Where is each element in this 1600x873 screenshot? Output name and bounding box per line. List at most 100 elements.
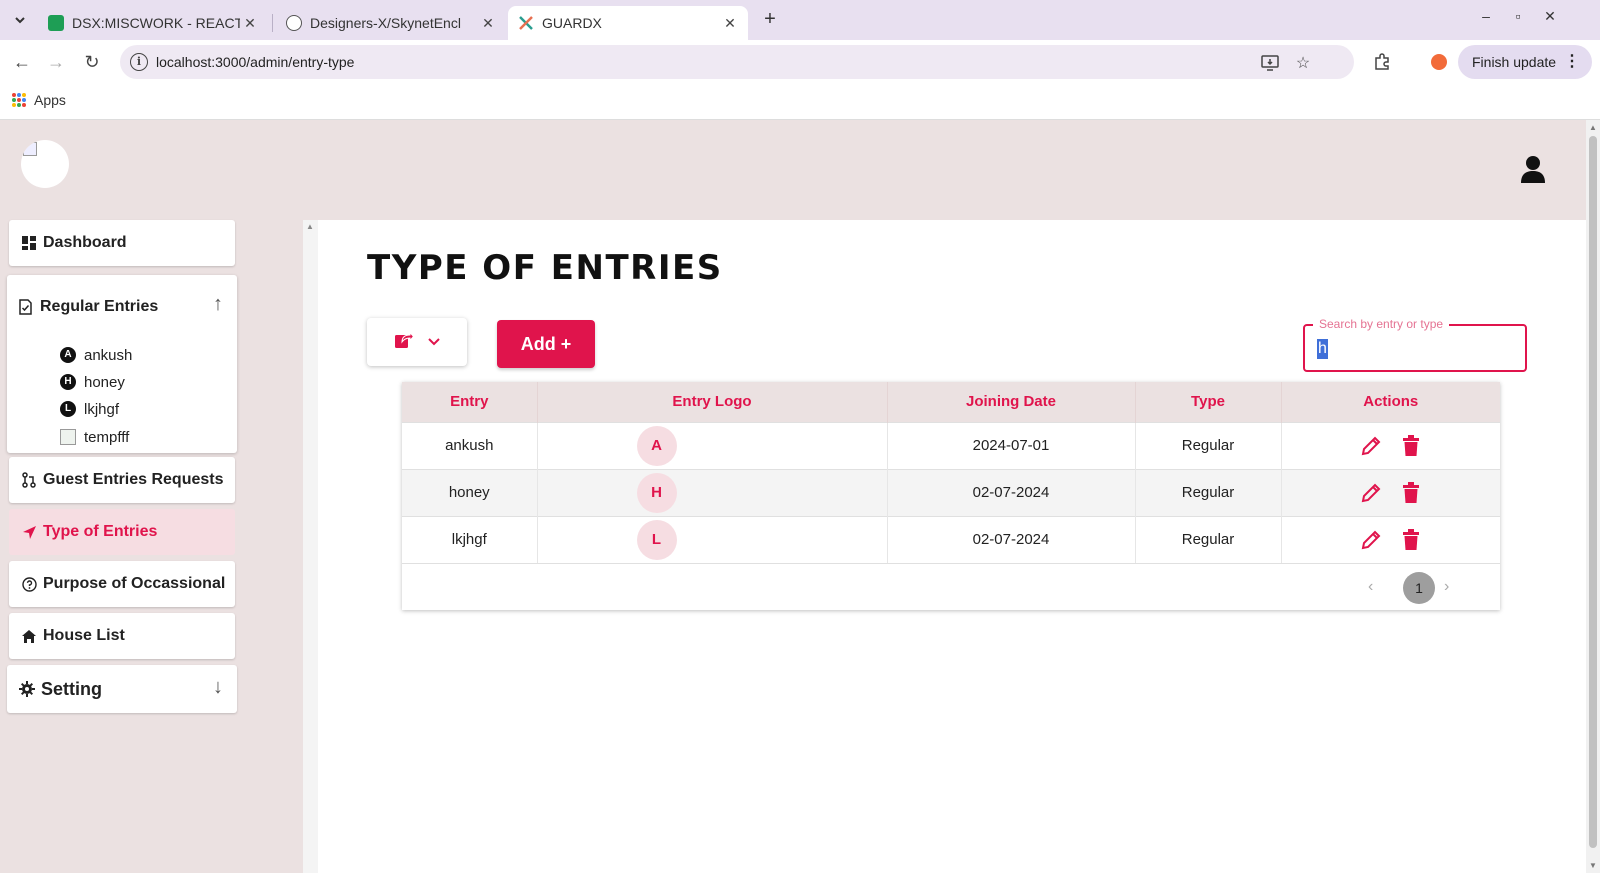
pagination: ‹ 1 › [402, 563, 1500, 610]
sidebar-label: Type of Entries [43, 523, 158, 540]
delete-trash-icon[interactable] [1397, 526, 1425, 554]
apps-grid-icon [12, 93, 26, 107]
browser-tab-1[interactable]: Designers-X/SkynetEncl ✕ [276, 6, 506, 40]
checklist-icon [16, 298, 34, 316]
column-header[interactable]: Entry Logo [537, 382, 888, 422]
sidebar-item-type-of-entries[interactable]: Type of Entries [9, 509, 235, 555]
app-viewport: Dashboard Regular Entries ↑ A ankush H h… [0, 120, 1586, 873]
scrollbar-thumb[interactable] [1589, 136, 1597, 848]
close-tab-icon[interactable]: ✕ [478, 15, 498, 32]
type-cell: Regular [1135, 516, 1282, 563]
edit-pencil-icon[interactable] [1357, 526, 1385, 554]
scroll-up-icon[interactable]: ▲ [306, 222, 314, 231]
regular-entry-item[interactable]: A ankush [60, 345, 132, 365]
restore-icon[interactable]: ▫ [1506, 8, 1530, 24]
search-value[interactable]: h [1317, 339, 1328, 359]
install-app-icon[interactable] [1260, 53, 1280, 73]
date-cell: 02-07-2024 [887, 469, 1136, 516]
question-circle-icon [21, 576, 37, 592]
finish-update-button[interactable]: Finish update ⋮ [1458, 45, 1592, 79]
page-number-current[interactable]: 1 [1403, 572, 1435, 604]
minimize-icon[interactable]: – [1474, 8, 1498, 24]
sidebar-label: Guest Entries Requests [43, 471, 224, 488]
sidebar-label: Purpose of Occassional [43, 575, 226, 592]
add-entry-button[interactable]: Add + [497, 320, 595, 368]
entry-logo-avatar: H [636, 472, 677, 513]
bookmarks-bar: Apps [0, 84, 1600, 120]
browser-tab-2[interactable]: GUARDX ✕ [508, 6, 748, 40]
pull-request-icon [21, 472, 37, 488]
type-cell: Regular [1135, 422, 1282, 469]
column-header[interactable]: Entry [402, 382, 538, 422]
sheets-icon [48, 15, 64, 31]
back-icon[interactable]: ← [10, 50, 34, 74]
reload-icon[interactable]: ↻ [80, 50, 104, 74]
arrow-up-icon[interactable]: ↑ [213, 293, 223, 316]
profile-avatar-icon[interactable] [1428, 51, 1450, 73]
browser-tab-0[interactable]: DSX:MISCWORK - REACT ✕ [38, 6, 268, 40]
tab-list-chevron-icon[interactable] [8, 8, 32, 32]
sidebar-label: Setting [41, 678, 102, 699]
column-header[interactable]: Joining Date [887, 382, 1136, 422]
date-cell: 02-07-2024 [887, 516, 1136, 563]
site-info-icon[interactable]: i [130, 53, 148, 71]
new-tab-icon[interactable]: + [758, 8, 782, 31]
sidebar-label: Regular Entries [40, 298, 159, 315]
logo-cell: H [537, 469, 888, 516]
delete-trash-icon[interactable] [1397, 432, 1425, 460]
scroll-down-icon[interactable]: ▼ [1589, 861, 1597, 870]
sidebar-item-regular-entries[interactable]: Regular Entries ↑ [7, 275, 237, 339]
scroll-up-icon[interactable]: ▲ [1589, 123, 1597, 132]
regular-entry-item[interactable]: L lkjhgf [60, 399, 119, 419]
logo-cell: L [537, 516, 888, 563]
close-tab-icon[interactable]: ✕ [240, 15, 260, 32]
user-account-icon[interactable] [1518, 154, 1548, 184]
entry-avatar: L [60, 401, 76, 417]
inner-scroll-gutter: ▲ [303, 220, 318, 873]
tab-divider [272, 14, 273, 32]
share-icon [394, 330, 415, 354]
regular-entries-panel: Regular Entries ↑ A ankush H honey L lkj… [7, 275, 237, 453]
app-logo[interactable] [21, 140, 69, 188]
table-header-row: Entry Entry Logo Joining Date Type Actio… [402, 382, 1500, 422]
location-arrow-icon [21, 524, 37, 540]
entry-cell: ankush [402, 422, 538, 469]
sidebar-item-dashboard[interactable]: Dashboard [9, 220, 235, 266]
chevron-left-icon[interactable]: ‹ [1368, 578, 1373, 596]
column-header[interactable]: Type [1135, 382, 1282, 422]
entry-avatar: H [60, 374, 76, 390]
apps-bookmark[interactable]: Apps [12, 92, 66, 108]
tab-title: Designers-X/SkynetEncl [310, 15, 461, 31]
house-icon [21, 628, 37, 644]
chevron-right-icon[interactable]: › [1444, 578, 1449, 596]
export-menu-button[interactable] [367, 318, 467, 366]
logo-cell: A [537, 422, 888, 469]
address-bar[interactable]: i localhost:3000/admin/entry-type ☆ [120, 45, 1354, 79]
entry-cell: lkjhgf [402, 516, 538, 563]
entry-cell: honey [402, 469, 538, 516]
search-input[interactable]: Search by entry or type h [1303, 317, 1527, 372]
sidebar-label: House List [43, 627, 125, 644]
sidebar-item-house-list[interactable]: House List [9, 613, 235, 659]
close-window-icon[interactable]: ✕ [1538, 8, 1562, 25]
page-scrollbar[interactable]: ▲ ▼ [1586, 120, 1600, 873]
entry-label: tempfff [84, 428, 130, 446]
regular-entry-item[interactable]: tempfff [60, 427, 129, 447]
url-text[interactable]: localhost:3000/admin/entry-type [156, 54, 354, 70]
arrow-down-icon[interactable]: ↓ [213, 676, 223, 699]
forward-icon[interactable]: → [44, 50, 68, 74]
edit-pencil-icon[interactable] [1357, 432, 1385, 460]
close-tab-icon[interactable]: ✕ [720, 15, 740, 32]
entries-table: Entry Entry Logo Joining Date Type Actio… [402, 382, 1500, 610]
sidebar-item-purpose[interactable]: Purpose of Occassional [9, 561, 235, 607]
edit-pencil-icon[interactable] [1357, 479, 1385, 507]
extensions-icon[interactable] [1371, 51, 1393, 73]
tab-title: DSX:MISCWORK - REACT [72, 15, 240, 31]
sidebar-item-guest-requests[interactable]: Guest Entries Requests [9, 457, 235, 503]
table-row: lkjhgf L 02-07-2024 Regular [402, 516, 1500, 563]
regular-entry-item[interactable]: H honey [60, 372, 125, 392]
bookmark-star-icon[interactable]: ☆ [1293, 53, 1313, 73]
delete-trash-icon[interactable] [1397, 479, 1425, 507]
sidebar-item-setting[interactable]: Setting ↓ [7, 665, 237, 713]
dashboard-icon [21, 235, 37, 251]
